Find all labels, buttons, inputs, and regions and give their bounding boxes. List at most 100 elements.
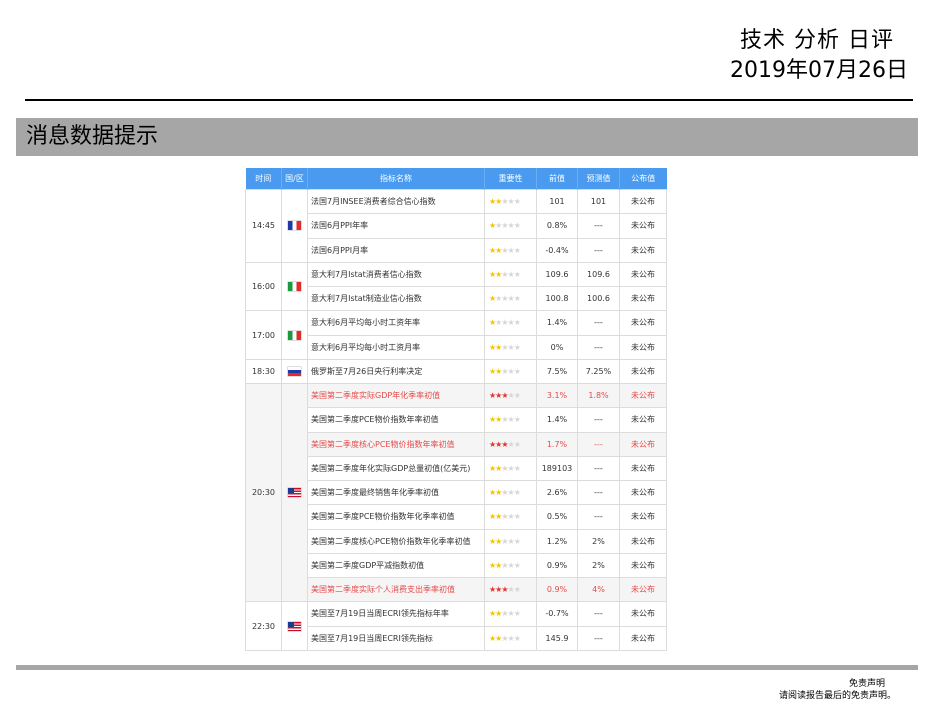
star-empty-icon: ★ (513, 512, 521, 522)
forecast-value-cell: --- (577, 601, 620, 627)
table-header-row: 时间 国/区 指标名称 重要性 前值 预测值 公布值 (245, 168, 667, 190)
time-cell: 17:00 (245, 310, 282, 360)
col-header-time: 时间 (245, 168, 282, 190)
it-flag-icon (288, 330, 301, 340)
table-row: 法国6月PPI月率 ★★★★★ -0.4% --- 未公布 (246, 237, 667, 263)
report-title: 技术 分析 日评 (740, 28, 894, 53)
importance-stars-cell: ★★★★★ (484, 431, 537, 457)
star-empty-icon: ★ (513, 318, 521, 328)
actual-value-cell: 未公布 (619, 576, 667, 603)
region-cell (281, 310, 308, 360)
star-empty-icon: ★ (513, 609, 521, 619)
table-row: 美国第二季度实际个人消费支出季率初值 ★★★★★ 0.9% 4% 未公布 (246, 576, 667, 603)
actual-value-cell: 未公布 (619, 188, 667, 215)
importance-stars-cell: ★★★★★ (484, 334, 537, 360)
region-cell (281, 189, 308, 263)
table-row: 美国第二季度PCE物价指数年率初值 ★★★★★ 1.4% --- 未公布 (246, 407, 667, 433)
importance-stars-cell: ★★★★★ (484, 528, 537, 554)
table-body: 14:45 法国7月INSEE消费者综合信心指数 ★★★★★ 101 101 未公布 法国6… (245, 188, 667, 651)
indicator-name-cell: 法国7月INSEE消费者综合信心指数 (307, 188, 485, 215)
indicator-name-cell: 美国至7月19日当周ECRI领先指标年率 (307, 601, 485, 627)
it-flag-icon (288, 282, 301, 291)
previous-value-cell: 0% (536, 334, 578, 360)
previous-value-cell: 2.6% (536, 479, 578, 506)
col-header-region: 国/区 (281, 168, 308, 190)
previous-value-cell: 3.1% (536, 382, 578, 409)
time-cell: 22:30 (245, 601, 282, 651)
col-header-indicator: 指标名称 (307, 168, 485, 190)
indicator-name-cell: 意大利6月平均每小时工资年率 (307, 310, 485, 336)
table-row: 美国第二季度核心PCE物价指数年化季率初值 ★★★★★ 1.2% 2% 未公布 (246, 528, 667, 554)
actual-value-cell: 未公布 (619, 237, 667, 263)
col-header-actual: 公布值 (619, 168, 667, 190)
table-row: 意大利7月Istat制造业信心指数 ★★★★★ 100.8 100.6 未公布 (246, 285, 667, 312)
table-row: 14:45 法国7月INSEE消费者综合信心指数 ★★★★★ 101 101 未公布 (245, 188, 667, 263)
indicator-name-cell: 法国6月PPI月率 (307, 237, 485, 263)
forecast-value-cell: 101 (577, 188, 620, 215)
star-empty-icon: ★ (513, 415, 521, 425)
table-row: 美国第二季度年化实际GDP总量初值(亿美元) ★★★★★ 189103 --- 未公布 (246, 455, 667, 482)
importance-stars-cell: ★★★★★ (484, 261, 537, 288)
region-cell (281, 261, 308, 312)
table-row: 美国至7月19日当周ECRI领先指标 ★★★★★ 145.9 --- 未公布 (246, 625, 667, 651)
indicator-name-cell: 意大利7月Istat制造业信心指数 (307, 285, 485, 312)
ru-flag-icon (288, 366, 301, 376)
us-flag-icon (288, 488, 301, 498)
indicator-name-cell: 美国第二季度PCE物价指数年化季率初值 (307, 504, 485, 530)
importance-stars-cell: ★★★★★ (484, 407, 537, 433)
star-empty-icon: ★ (513, 463, 521, 473)
forecast-value-cell: --- (577, 455, 620, 482)
region-cell (281, 382, 308, 603)
region-cell (281, 358, 308, 385)
star-empty-icon: ★ (513, 294, 521, 304)
actual-value-cell: 未公布 (619, 431, 667, 457)
actual-value-cell: 未公布 (619, 407, 667, 433)
star-empty-icon: ★ (513, 245, 521, 255)
indicator-name-cell: 意大利6月平均每小时工资月率 (307, 334, 485, 360)
importance-stars-cell: ★★★★★ (484, 213, 537, 239)
previous-value-cell: 0.9% (536, 552, 578, 579)
star-empty-icon: ★ (513, 269, 521, 279)
star-empty-icon: ★ (513, 342, 521, 352)
region-cell (281, 601, 308, 651)
star-empty-icon: ★ (513, 439, 521, 449)
importance-stars-cell: ★★★★★ (484, 479, 537, 506)
importance-stars-cell: ★★★★★ (484, 601, 537, 627)
actual-value-cell: 未公布 (619, 601, 667, 627)
table-row: 美国第二季度最终销售年化季率初值 ★★★★★ 2.6% --- 未公布 (246, 479, 667, 506)
star-empty-icon: ★ (513, 536, 521, 546)
time-cell: 16:00 (245, 261, 282, 312)
actual-value-cell: 未公布 (619, 382, 667, 409)
economic-calendar-table: 时间 国/区 指标名称 重要性 前值 预测值 公布值 14:45 法国7月INSE… (245, 168, 667, 651)
indicator-name-cell: 美国第二季度PCE物价指数年率初值 (307, 407, 485, 433)
actual-value-cell: 未公布 (619, 552, 667, 579)
col-header-importance: 重要性 (484, 168, 537, 190)
star-empty-icon: ★ (513, 366, 521, 376)
actual-value-cell: 未公布 (619, 261, 667, 288)
time-cell: 14:45 (245, 189, 282, 263)
forecast-value-cell: 2% (577, 528, 620, 554)
forecast-value-cell: --- (577, 213, 620, 239)
actual-value-cell: 未公布 (619, 310, 667, 336)
previous-value-cell: 100.8 (536, 285, 578, 312)
indicator-name-cell: 美国第二季度GDP平减指数初值 (307, 552, 485, 579)
disclaimer-text: 请阅读报告最后的免责声明。 (778, 691, 896, 701)
importance-stars-cell: ★★★★★ (484, 358, 537, 385)
importance-stars-cell: ★★★★★ (484, 455, 537, 482)
indicator-name-cell: 美国第二季度核心PCE物价指数年化季率初值 (307, 528, 485, 554)
previous-value-cell: 109.6 (536, 261, 578, 288)
indicator-name-cell: 美国至7月19日当周ECRI领先指标 (307, 625, 485, 651)
footer-divider (16, 665, 918, 670)
disclaimer-title: 免责声明 (848, 679, 885, 689)
star-empty-icon: ★ (513, 585, 521, 595)
previous-value-cell: 1.7% (536, 431, 578, 457)
forecast-value-cell: --- (577, 479, 620, 506)
actual-value-cell: 未公布 (619, 455, 667, 482)
forecast-value-cell: 2% (577, 552, 620, 579)
actual-value-cell: 未公布 (619, 528, 667, 554)
table-row: 16:00 意大利7月Istat消费者信心指数 ★★★★★ 109.6 109.6 未公布 (245, 261, 667, 312)
fr-flag-icon (288, 221, 301, 231)
forecast-value-cell: --- (577, 237, 620, 263)
indicator-name-cell: 意大利7月Istat消费者信心指数 (307, 261, 485, 288)
previous-value-cell: 1.2% (536, 528, 578, 554)
